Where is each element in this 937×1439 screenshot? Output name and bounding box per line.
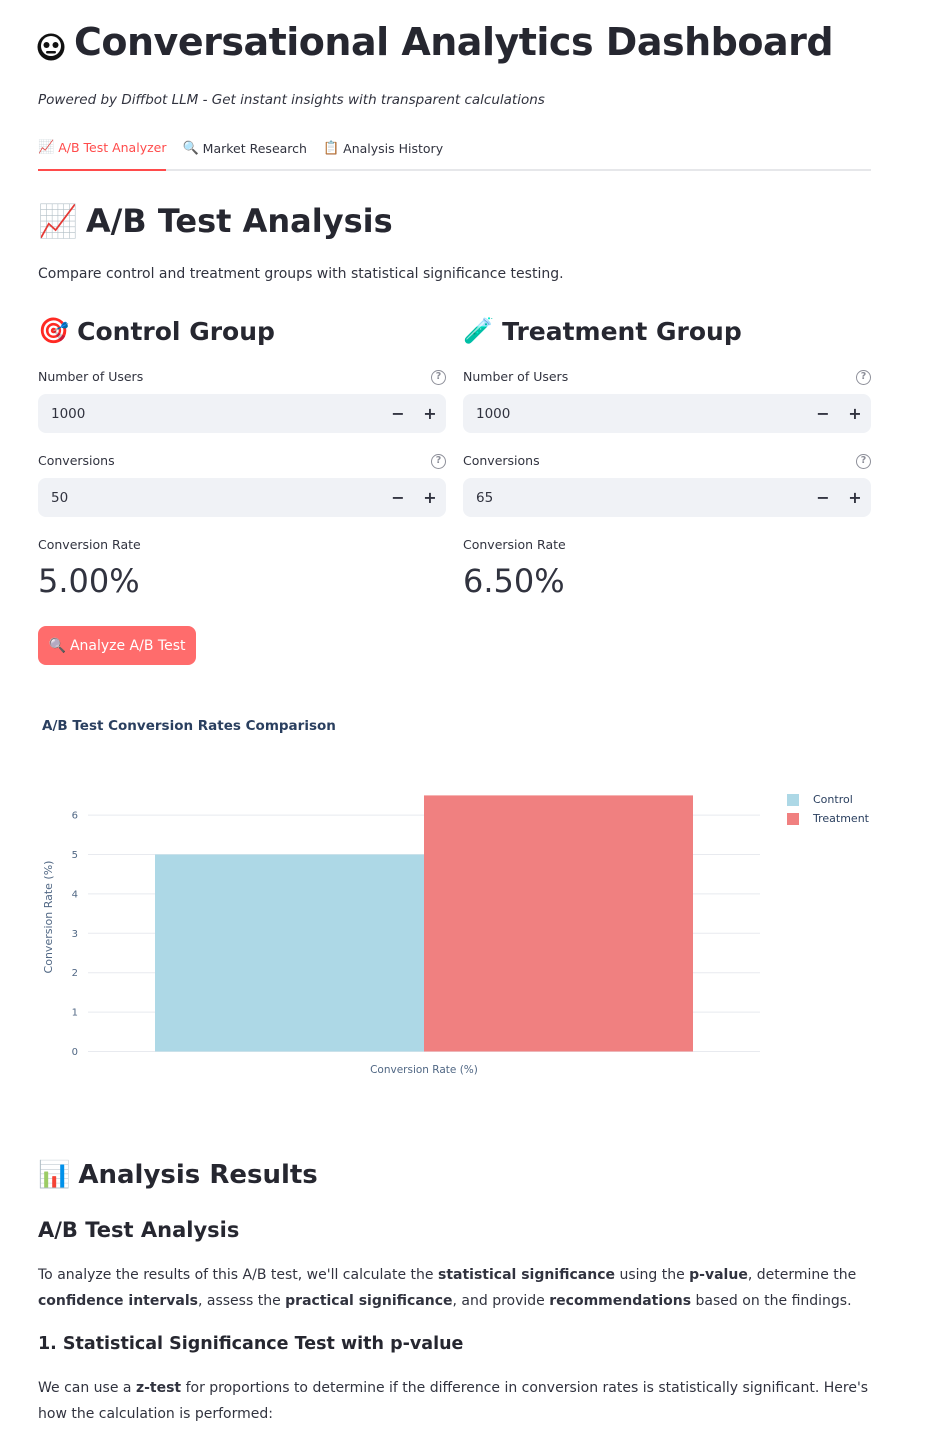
tab-market-research[interactable]: 🔍 Market Research	[182, 136, 306, 171]
control-users-label: Number of Users	[38, 369, 144, 384]
legend-item-treatment[interactable]: Treatment	[787, 809, 869, 828]
legend-swatch-control	[787, 793, 799, 806]
treatment-rate-label: Conversion Rate	[463, 537, 566, 552]
control-group-heading: 🎯 Control Group	[38, 316, 275, 346]
help-icon[interactable]: ?	[431, 454, 446, 469]
test-tube-icon: 🧪	[463, 316, 495, 345]
ab-section-heading: 📈 A/B Test Analysis	[38, 202, 393, 240]
bar-chart-icon: 📊	[38, 1160, 71, 1190]
help-icon[interactable]: ?	[856, 370, 871, 385]
help-icon[interactable]: ?	[431, 370, 446, 385]
help-icon[interactable]: ?	[856, 454, 871, 469]
target-icon: 🎯	[38, 316, 70, 345]
text-run: , assess the	[197, 1293, 286, 1309]
tab-ab-test-analyzer[interactable]: 📈 A/B Test Analyzer	[38, 136, 167, 171]
bold-term: practical significance	[285, 1293, 453, 1309]
analysis-results-heading: 📊 Analysis Results	[38, 1160, 318, 1190]
treatment-conversions-label: Conversions	[463, 453, 540, 468]
control-conversions-input[interactable]: 50 − +	[38, 478, 446, 517]
results-subheading: A/B Test Analysis	[38, 1218, 240, 1242]
increment-button[interactable]: +	[839, 478, 871, 517]
decrement-button[interactable]: −	[807, 394, 839, 433]
y-tick-label: 5	[72, 850, 78, 861]
tab-bar: 📈 A/B Test Analyzer 🔍 Market Research 📋 …	[38, 136, 871, 171]
legend-label-control: Control	[813, 793, 853, 806]
decrement-button[interactable]: −	[807, 478, 839, 517]
text-run: based on the findings.	[691, 1293, 852, 1309]
tab-label: Analysis History	[343, 141, 444, 156]
tab-label: A/B Test Analyzer	[58, 140, 167, 155]
app-subtitle: Powered by Diffbot LLM - Get instant ins…	[38, 92, 545, 108]
robot-face-icon	[36, 27, 66, 61]
ab-heading-text: A/B Test Analysis	[85, 202, 393, 240]
legend-swatch-treatment	[787, 812, 799, 825]
bold-term: z-test	[135, 1380, 182, 1396]
app-title-text: Conversational Analytics Dashboard	[74, 20, 834, 64]
results-intro-paragraph: To analyze the results of this A/B test,…	[38, 1262, 878, 1314]
text-run: We can use a	[38, 1380, 136, 1396]
control-users-value[interactable]: 1000	[38, 406, 382, 422]
chart-increasing-icon: 📈	[38, 140, 55, 155]
treatment-conversions-input[interactable]: 65 − +	[463, 478, 871, 517]
results-heading-text: Analysis Results	[78, 1160, 318, 1190]
magnifier-icon: 🔍	[48, 637, 66, 654]
legend-item-control[interactable]: Control	[787, 790, 869, 809]
chart-increasing-icon: 📈	[38, 202, 78, 240]
bold-term: recommendations	[549, 1293, 692, 1309]
treatment-conversions-value[interactable]: 65	[463, 490, 807, 506]
ztest-paragraph: We can use a z-test for proportions to d…	[38, 1375, 878, 1427]
increment-button[interactable]: +	[414, 478, 446, 517]
bar-control	[155, 854, 424, 1052]
control-conversions-value[interactable]: 50	[38, 490, 382, 506]
y-tick-label: 6	[72, 811, 78, 822]
text-run: , and provide	[452, 1293, 550, 1309]
text-run: To analyze the results of this A/B test,…	[38, 1267, 438, 1283]
y-tick-label: 0	[72, 1047, 78, 1058]
chart-legend: Control Treatment	[787, 790, 869, 828]
control-users-input[interactable]: 1000 − +	[38, 394, 446, 433]
section1-heading: 1. Statistical Significance Test with p-…	[38, 1334, 464, 1354]
app-title: Conversational Analytics Dashboard	[36, 20, 834, 64]
tab-analysis-history[interactable]: 📋 Analysis History	[323, 136, 443, 171]
y-tick-label: 4	[72, 889, 78, 900]
treatment-rate-value: 6.50%	[463, 562, 565, 600]
bold-term: statistical significance	[437, 1267, 615, 1283]
control-conversions-label: Conversions	[38, 453, 115, 468]
decrement-button[interactable]: −	[382, 478, 414, 517]
bold-term: p-value	[689, 1267, 748, 1283]
increment-button[interactable]: +	[414, 394, 446, 433]
legend-label-treatment: Treatment	[813, 812, 869, 825]
treatment-users-label: Number of Users	[463, 369, 569, 384]
control-rate-value: 5.00%	[38, 562, 140, 600]
text-run: , determine the	[747, 1267, 857, 1283]
analyze-button-label: Analyze A/B Test	[69, 637, 186, 654]
y-tick-label: 1	[72, 1008, 78, 1019]
analyze-ab-test-button[interactable]: 🔍 Analyze A/B Test	[38, 626, 196, 665]
bold-term: confidence intervals	[38, 1293, 198, 1309]
treatment-group-heading: 🧪 Treatment Group	[463, 316, 742, 346]
bar-treatment	[424, 795, 693, 1052]
y-axis-label: Conversion Rate (%)	[42, 861, 55, 974]
increment-button[interactable]: +	[839, 394, 871, 433]
treatment-users-input[interactable]: 1000 − +	[463, 394, 871, 433]
chart-title: A/B Test Conversion Rates Comparison	[42, 718, 336, 734]
treatment-heading-text: Treatment Group	[502, 316, 742, 346]
y-tick-label: 2	[72, 968, 78, 979]
clipboard-icon: 📋	[322, 141, 340, 156]
treatment-users-value[interactable]: 1000	[463, 406, 807, 422]
control-rate-label: Conversion Rate	[38, 537, 141, 552]
y-tick-label: 3	[72, 929, 78, 940]
text-run: using the	[615, 1267, 690, 1283]
magnifier-icon: 🔍	[182, 141, 199, 156]
control-heading-text: Control Group	[77, 316, 275, 346]
decrement-button[interactable]: −	[382, 394, 414, 433]
ab-description: Compare control and treatment groups wit…	[38, 266, 564, 282]
x-axis-label: Conversion Rate (%)	[370, 1064, 478, 1076]
tab-label: Market Research	[202, 141, 307, 156]
